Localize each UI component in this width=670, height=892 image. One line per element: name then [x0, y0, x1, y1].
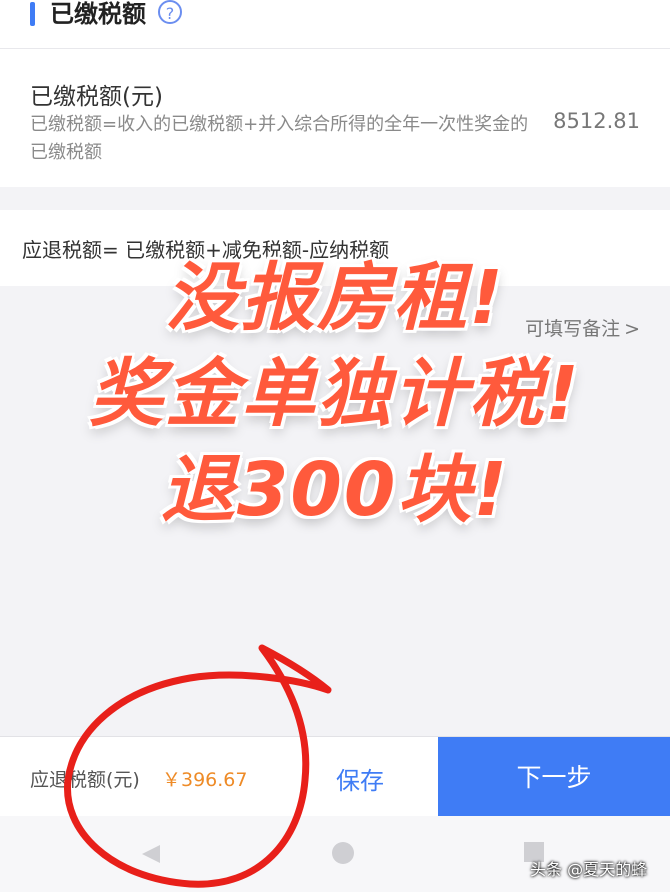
section-header: 已缴税额 ? — [0, 0, 670, 48]
paid-tax-label: 已缴税额(元) — [30, 84, 163, 110]
overlay-line-1: 没报房租! — [165, 255, 505, 341]
overlay-caption: 没报房租! 奖金单独计税! 退300块! — [0, 250, 670, 538]
section-title: 已缴税额 — [50, 0, 146, 28]
home-icon[interactable] — [332, 842, 354, 864]
system-nav-bar — [0, 816, 670, 892]
overlay-line-3: 退300块! — [160, 447, 510, 533]
paid-tax-value: 8512.81 — [553, 109, 640, 133]
back-icon[interactable] — [140, 843, 162, 865]
refund-value: ￥396.67 — [162, 769, 248, 791]
paid-tax-description: 已缴税额=收入的已缴税额+并入综合所得的全年一次性奖金的已缴税额 — [30, 114, 529, 163]
section-accent-bar — [30, 2, 35, 26]
next-step-button[interactable]: 下一步 — [438, 737, 670, 817]
paid-tax-card: 已缴税额(元) 已缴税额=收入的已缴税额+并入综合所得的全年一次性奖金的已缴税额… — [0, 48, 670, 187]
save-button[interactable]: 保存 — [336, 761, 384, 796]
overlay-line-2: 奖金单独计税! — [89, 351, 581, 437]
watermark: 头条 @夏天的蜂 — [530, 860, 648, 879]
bottom-action-bar: 应退税额(元) ￥396.67 保存 下一步 — [0, 736, 670, 817]
help-icon[interactable]: ? — [158, 0, 182, 24]
refund-label: 应退税额(元) — [30, 769, 140, 791]
